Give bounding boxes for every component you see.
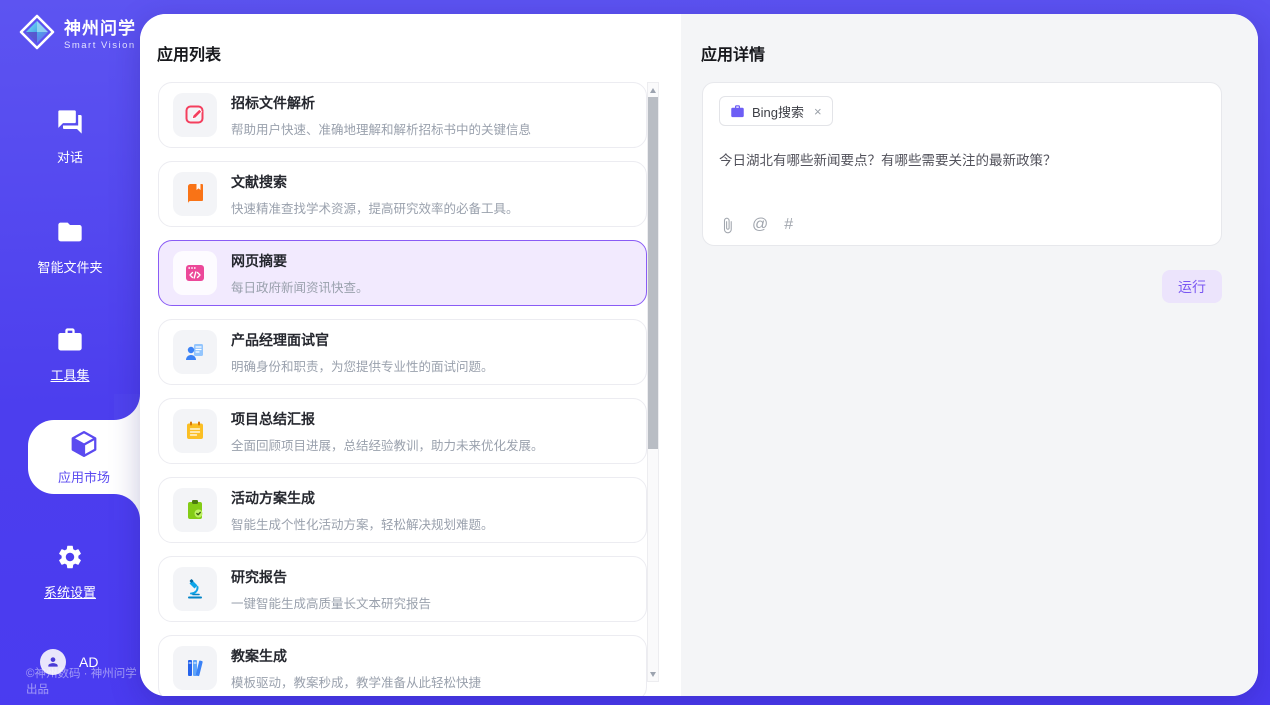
app-icon-tile [173, 172, 217, 216]
scroll-down-arrow[interactable] [648, 668, 658, 680]
app-card-title: 产品经理面试官 [231, 330, 494, 350]
app-card-desc: 模板驱动，教案秒成，教学准备从此轻松快捷 [231, 672, 481, 691]
book-icon [183, 182, 207, 206]
microscope-icon [183, 577, 207, 601]
sidebar-item-settings[interactable]: 系统设置 [0, 543, 140, 601]
sidebar-item-label: 工具集 [0, 365, 140, 384]
sidebar-item-smart-folder[interactable]: 智能文件夹 [0, 218, 140, 276]
mention-icon[interactable]: @ [752, 216, 768, 234]
scroll-up-arrow[interactable] [648, 84, 658, 96]
sidebar-item-toolset[interactable]: 工具集 [0, 326, 140, 384]
sidebar-item-label: 应用市场 [28, 467, 140, 486]
app-card-title: 研究报告 [231, 567, 431, 587]
app-icon-tile [173, 567, 217, 611]
cube-icon [69, 429, 99, 459]
tool-tag-label: Bing搜索 [752, 102, 804, 121]
app-list-scrollbar[interactable] [647, 82, 659, 682]
notch-curve-bottom [114, 494, 140, 520]
app-card-desc: 一键智能生成高质量长文本研究报告 [231, 593, 431, 612]
notch-curve-top [114, 394, 140, 420]
tool-tag-bing-search[interactable]: Bing搜索 × [719, 96, 833, 126]
app-list-title: 应用列表 [157, 41, 681, 65]
app-card-list: 招标文件解析 帮助用户快速、准确地理解和解析招标书中的关键信息 文献搜索 快速精… [158, 82, 647, 687]
app-card-bid-parse[interactable]: 招标文件解析 帮助用户快速、准确地理解和解析招标书中的关键信息 [158, 82, 647, 148]
sidebar-item-chat[interactable]: 对话 [0, 108, 140, 166]
brand-logo: 神州问学 Smart Vision [18, 13, 136, 51]
app-detail-pane: 应用详情 Bing搜索 × 今日湖北有哪些新闻要点？有哪些需要关注的最新政策？ … [681, 14, 1258, 696]
app-card-web-summary[interactable]: 网页摘要 每日政府新闻资讯快查。 [158, 240, 647, 306]
bottom-strip [0, 705, 1270, 714]
sidebar-item-label: 系统设置 [0, 582, 140, 601]
toolbox-icon [56, 326, 84, 354]
folder-icon [56, 218, 84, 246]
app-card-desc: 快速精准查找学术资源，提高研究效率的必备工具。 [231, 198, 519, 217]
scrollbar-thumb[interactable] [648, 97, 658, 449]
app-card-event-plan[interactable]: 活动方案生成 智能生成个性化活动方案，轻松解决规划难题。 [158, 477, 647, 543]
tag-close-icon[interactable]: × [814, 104, 822, 119]
books-icon [183, 656, 207, 680]
app-card-desc: 全面回顾项目进展，总结经验教训，助力未来优化发展。 [231, 435, 544, 454]
app-card-title: 招标文件解析 [231, 93, 531, 113]
edit-document-icon [183, 103, 207, 127]
attachment-icon[interactable] [719, 217, 736, 234]
brand-diamond-icon [18, 13, 56, 51]
app-card-desc: 帮助用户快速、准确地理解和解析招标书中的关键信息 [231, 119, 531, 138]
input-toolbar: @ # [719, 216, 793, 234]
app-icon-tile [173, 409, 217, 453]
query-input[interactable]: 今日湖北有哪些新闻要点？有哪些需要关注的最新政策？ [719, 151, 1205, 171]
app-card-lesson-plan[interactable]: 教案生成 模板驱动，教案秒成，教学准备从此轻松快捷 [158, 635, 647, 696]
app-card-desc: 每日政府新闻资讯快查。 [231, 277, 369, 296]
main-panel: 应用列表 招标文件解析 帮助用户快速、准确地理解和解析招标书中的关键信息 [140, 14, 1258, 696]
gear-icon [56, 543, 84, 571]
briefcase-icon [730, 104, 745, 119]
app-card-title: 教案生成 [231, 646, 481, 666]
web-code-icon [183, 261, 207, 285]
app-card-desc: 智能生成个性化活动方案，轻松解决规划难题。 [231, 514, 494, 533]
sidebar-item-app-market[interactable]: 应用市场 [28, 420, 140, 494]
sidebar-item-label: 对话 [0, 147, 140, 166]
hash-icon[interactable]: # [784, 216, 793, 234]
app-icon-tile [173, 330, 217, 374]
copyright-footer: ©神州数码 · 神州问学出品 [26, 665, 140, 697]
app-root: 神州问学 Smart Vision 对话 智能文件夹 工具集 [0, 0, 1270, 705]
app-detail-title: 应用详情 [701, 41, 1258, 65]
app-icon-tile [173, 251, 217, 295]
app-card-literature-search[interactable]: 文献搜索 快速精准查找学术资源，提高研究效率的必备工具。 [158, 161, 647, 227]
brand-name: 神州问学 [64, 14, 136, 39]
app-card-title: 项目总结汇报 [231, 409, 544, 429]
app-icon-tile [173, 488, 217, 532]
prompt-input-card: Bing搜索 × 今日湖北有哪些新闻要点？有哪些需要关注的最新政策？ @ # [702, 82, 1222, 246]
brand-tagline: Smart Vision [64, 40, 136, 51]
sidebar-item-label: 智能文件夹 [0, 257, 140, 276]
app-icon-tile [173, 93, 217, 137]
clipboard-check-icon [183, 498, 207, 522]
app-card-project-summary[interactable]: 项目总结汇报 全面回顾项目进展，总结经验教训，助力未来优化发展。 [158, 398, 647, 464]
app-icon-tile [173, 646, 217, 690]
app-card-title: 网页摘要 [231, 251, 369, 271]
run-button[interactable]: 运行 [1162, 270, 1222, 303]
app-card-pm-interviewer[interactable]: 产品经理面试官 明确身份和职责，为您提供专业性的面试问题。 [158, 319, 647, 385]
interviewer-icon [183, 340, 207, 364]
sticky-note-icon [183, 419, 207, 443]
app-card-desc: 明确身份和职责，为您提供专业性的面试问题。 [231, 356, 494, 375]
chat-icon [56, 108, 84, 136]
sidebar: 神州问学 Smart Vision 对话 智能文件夹 工具集 [0, 0, 140, 705]
app-card-title: 活动方案生成 [231, 488, 494, 508]
app-card-title: 文献搜索 [231, 172, 519, 192]
app-list-pane: 应用列表 招标文件解析 帮助用户快速、准确地理解和解析招标书中的关键信息 [140, 14, 681, 696]
app-card-research-report[interactable]: 研究报告 一键智能生成高质量长文本研究报告 [158, 556, 647, 622]
